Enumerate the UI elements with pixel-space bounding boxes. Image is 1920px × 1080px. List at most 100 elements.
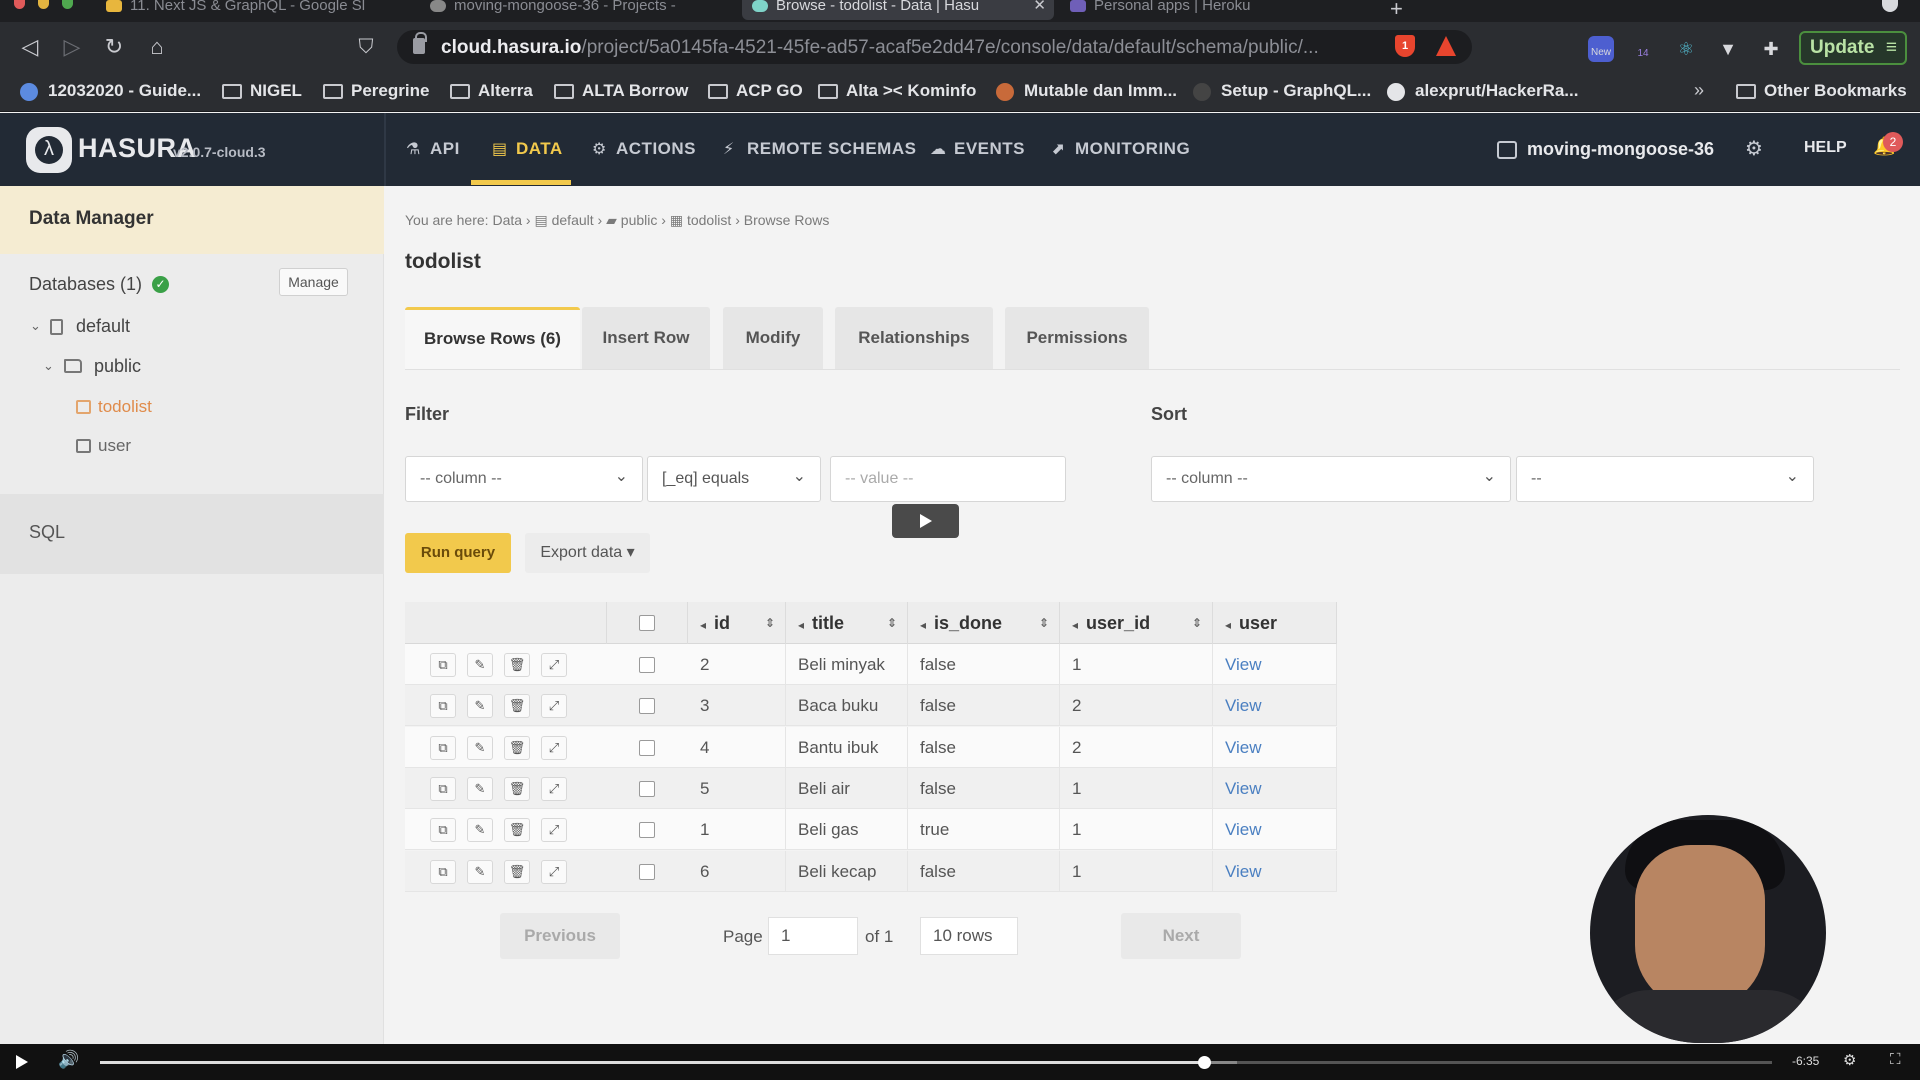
filter-operator-select[interactable]: [_eq] equals ⌄ xyxy=(647,456,821,502)
nav-events[interactable]: ☁ EVENTS xyxy=(930,139,1025,159)
bookmark-folder[interactable]: Peregrine xyxy=(323,81,429,101)
filter-column-select[interactable]: -- column -- ⌄ xyxy=(405,456,643,502)
video-settings-gear-icon[interactable]: ⚙ xyxy=(1843,1051,1856,1069)
expand-row-icon[interactable]: ⤢ xyxy=(541,859,567,884)
row-checkbox[interactable] xyxy=(639,739,655,756)
browser-tab-projects[interactable]: moving-mongoose-36 - Projects - xyxy=(420,0,736,20)
expand-row-icon[interactable]: ⤢ xyxy=(541,653,567,677)
new-tab-icon[interactable]: + xyxy=(1390,0,1403,22)
brave-rewards-icon[interactable] xyxy=(1436,36,1456,56)
nav-remote-schemas[interactable]: ⚡ REMOTE SCHEMAS xyxy=(723,139,916,159)
window-minimize-control[interactable] xyxy=(38,0,49,9)
row-checkbox[interactable] xyxy=(639,822,655,839)
bookmark-folder[interactable]: NIGEL xyxy=(222,81,302,101)
cell-user-link[interactable]: View xyxy=(1213,850,1337,892)
tab-browse-rows[interactable]: Browse Rows (6) xyxy=(405,307,580,369)
tab-permissions[interactable]: Permissions xyxy=(1005,307,1149,369)
video-play-overlay-icon[interactable] xyxy=(892,504,959,538)
clone-row-icon[interactable]: ⧉ xyxy=(430,859,456,884)
sidebar-item-todolist[interactable]: todolist xyxy=(98,397,152,417)
chevron-down-icon[interactable]: ⌄ xyxy=(43,358,54,374)
column-header-id[interactable]: ◂ id ⇕ xyxy=(688,602,786,644)
column-header-user-id[interactable]: ◂ user_id ⇕ xyxy=(1060,602,1213,644)
vue-extension-icon[interactable]: ▼ xyxy=(1715,36,1741,62)
delete-row-icon[interactable]: 🗑 xyxy=(504,859,530,884)
brave-shield-icon[interactable]: 1 xyxy=(1395,35,1415,57)
row-checkbox[interactable] xyxy=(639,657,655,673)
page-number-input[interactable]: 1 xyxy=(768,917,858,955)
edit-row-icon[interactable]: ✎ xyxy=(467,735,493,760)
browser-tab-slides[interactable]: 11. Next JS & GraphQL - Google Sl xyxy=(96,0,414,20)
nav-monitoring[interactable]: ⬈ MONITORING xyxy=(1051,139,1190,159)
home-icon[interactable]: ⌂ xyxy=(143,33,171,61)
previous-page-button[interactable]: Previous xyxy=(500,913,620,959)
settings-gear-icon[interactable]: ⚙ xyxy=(1745,136,1763,161)
forward-icon[interactable]: ▷ xyxy=(58,33,86,61)
bookmark-item[interactable]: alexprut/HackerRa... xyxy=(1387,81,1578,101)
delete-row-icon[interactable]: 🗑 xyxy=(504,653,530,677)
clone-row-icon[interactable]: ⧉ xyxy=(430,653,456,677)
tab-search-icon[interactable] xyxy=(1882,0,1898,12)
breadcrumb-data[interactable]: Data xyxy=(492,212,522,228)
sort-icon[interactable]: ⇕ xyxy=(1192,602,1202,644)
seek-bar[interactable] xyxy=(100,1056,1772,1069)
sidebar-item-sql[interactable]: SQL xyxy=(0,494,384,574)
sidebar-item-default-db[interactable]: default xyxy=(76,316,130,337)
expand-row-icon[interactable]: ⤢ xyxy=(541,735,567,760)
close-tab-icon[interactable]: ✕ xyxy=(1033,0,1046,13)
window-maximize-control[interactable] xyxy=(62,0,73,9)
sort-column-select[interactable]: -- column -- ⌄ xyxy=(1151,456,1511,502)
fullscreen-icon[interactable]: ⛶ xyxy=(1890,1051,1901,1068)
sidebar-item-public-schema[interactable]: public xyxy=(94,356,141,377)
delete-row-icon[interactable]: 🗑 xyxy=(504,818,530,843)
expand-row-icon[interactable]: ⤢ xyxy=(541,776,567,801)
browser-tab-browse-todolist[interactable]: Browse - todolist - Data | Hasu ✕ xyxy=(742,0,1054,20)
seek-handle[interactable] xyxy=(1197,1056,1211,1069)
edit-row-icon[interactable]: ✎ xyxy=(467,859,493,884)
clone-row-icon[interactable]: ⧉ xyxy=(430,735,456,760)
manage-button[interactable]: Manage xyxy=(279,268,348,296)
react-devtools-icon[interactable]: ⚛ xyxy=(1673,36,1699,62)
back-icon[interactable]: ◁ xyxy=(16,33,44,61)
project-name[interactable]: moving-mongoose-36 xyxy=(1497,139,1714,160)
extension-new-icon[interactable]: New xyxy=(1588,36,1614,62)
delete-row-icon[interactable]: 🗑 xyxy=(504,694,530,719)
other-bookmarks-folder[interactable]: Other Bookmarks xyxy=(1736,81,1907,101)
clone-row-icon[interactable]: ⧉ xyxy=(430,776,456,801)
extension-badge-icon[interactable]: 14 xyxy=(1630,36,1656,62)
breadcrumb-todolist[interactable]: todolist xyxy=(687,212,731,228)
column-header-title[interactable]: ◂ title ⇕ xyxy=(786,602,908,644)
row-checkbox[interactable] xyxy=(639,780,655,797)
breadcrumb-public[interactable]: public xyxy=(621,212,658,228)
clone-row-icon[interactable]: ⧉ xyxy=(430,818,456,843)
extensions-puzzle-icon[interactable]: ✚ xyxy=(1758,36,1784,62)
hasura-logo-icon[interactable]: λ xyxy=(26,127,72,173)
help-link[interactable]: HELP xyxy=(1804,139,1847,157)
export-data-button[interactable]: Export data ▾ xyxy=(525,533,650,573)
volume-icon[interactable]: 🔊 xyxy=(58,1050,79,1070)
rows-per-page-select[interactable]: 10 rows xyxy=(920,917,1018,955)
delete-row-icon[interactable]: 🗑 xyxy=(504,735,530,760)
next-page-button[interactable]: Next xyxy=(1121,913,1241,959)
bookmark-folder[interactable]: Alterra xyxy=(450,81,533,101)
edit-row-icon[interactable]: ✎ xyxy=(467,818,493,843)
update-browser-button[interactable]: Update ≡ xyxy=(1799,31,1907,65)
sidebar-item-user[interactable]: user xyxy=(98,436,131,456)
edit-row-icon[interactable]: ✎ xyxy=(467,653,493,677)
bookmark-item[interactable]: 12032020 - Guide... xyxy=(20,81,201,101)
nav-actions[interactable]: ⚙ ACTIONS xyxy=(592,139,696,159)
bookmark-icon[interactable]: ⛉ xyxy=(352,33,380,61)
play-icon[interactable] xyxy=(16,1055,28,1069)
bookmark-folder[interactable]: Alta >< Kominfo xyxy=(818,81,976,101)
sort-icon[interactable]: ⇕ xyxy=(765,602,775,644)
tab-insert-row[interactable]: Insert Row xyxy=(582,307,710,369)
run-query-button[interactable]: Run query xyxy=(405,533,511,573)
edit-row-icon[interactable]: ✎ xyxy=(467,776,493,801)
row-checkbox[interactable] xyxy=(639,863,655,880)
window-close-control[interactable] xyxy=(14,0,25,9)
cell-user-link[interactable]: View xyxy=(1213,685,1337,727)
bookmark-folder[interactable]: ALTA Borrow xyxy=(554,81,688,101)
sort-icon[interactable]: ⇕ xyxy=(1039,602,1049,644)
tab-modify[interactable]: Modify xyxy=(723,307,823,369)
row-checkbox[interactable] xyxy=(639,698,655,715)
